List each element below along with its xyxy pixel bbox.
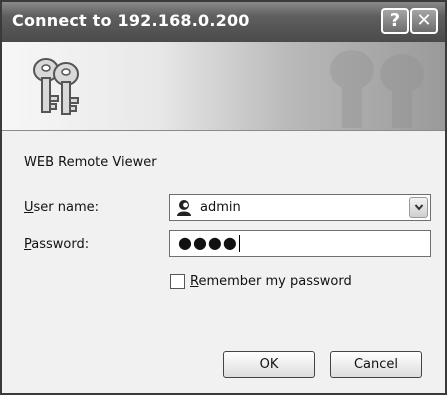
cancel-button[interactable]: Cancel bbox=[330, 351, 422, 378]
help-button[interactable]: ? bbox=[381, 8, 409, 34]
username-value: admin bbox=[200, 200, 241, 215]
dialog-banner bbox=[2, 42, 445, 131]
remember-password-label[interactable]: Remember my password bbox=[190, 274, 352, 289]
close-button[interactable]: ✕ bbox=[410, 8, 438, 34]
password-value: ●●●● bbox=[178, 233, 240, 252]
login-dialog: Connect to 192.168.0.200 ? ✕ WEB Remote … bbox=[0, 0, 447, 395]
keys-icon bbox=[33, 58, 79, 115]
user-icon bbox=[177, 200, 191, 216]
remember-label-text: emember my password bbox=[198, 274, 352, 289]
title-bar[interactable]: Connect to 192.168.0.200 ? ✕ bbox=[2, 2, 445, 42]
username-label: User name: bbox=[24, 200, 99, 215]
password-masked-text: ●●●● bbox=[178, 233, 238, 252]
password-field[interactable]: ●●●● bbox=[169, 230, 431, 257]
username-dropdown-button[interactable] bbox=[409, 197, 428, 218]
ok-button[interactable]: OK bbox=[223, 351, 315, 378]
window-title: Connect to 192.168.0.200 bbox=[12, 11, 250, 30]
chevron-down-icon bbox=[414, 204, 423, 211]
keys-watermark-icon bbox=[330, 50, 424, 128]
username-combobox[interactable]: admin bbox=[169, 194, 431, 221]
realm-text: WEB Remote Viewer bbox=[24, 155, 157, 170]
password-label: Password: bbox=[24, 237, 89, 252]
username-label-text: ser name: bbox=[33, 200, 100, 215]
username-label-accesskey: U bbox=[24, 200, 34, 215]
text-caret bbox=[238, 235, 240, 252]
password-label-text: assword: bbox=[31, 237, 90, 252]
remember-password-checkbox[interactable] bbox=[170, 274, 185, 289]
